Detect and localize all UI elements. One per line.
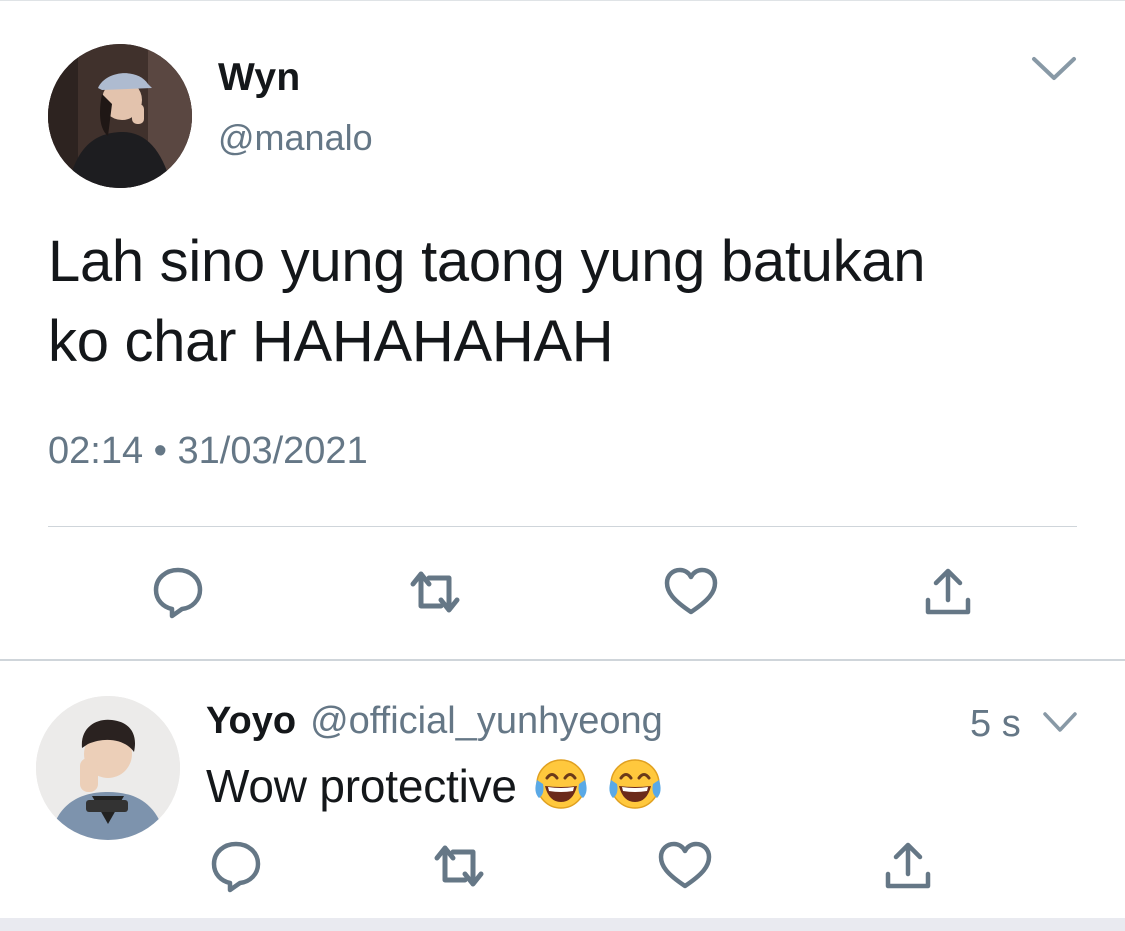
- reply-icon: [153, 567, 203, 619]
- tweet-text-content: Wow protective: [206, 760, 517, 812]
- tweet-text-line: ko char HAHAHAHAH: [48, 309, 614, 374]
- like-icon: [664, 567, 718, 615]
- avatar-photo-icon: [48, 44, 192, 188]
- avatar[interactable]: [36, 696, 180, 840]
- share-icon: [925, 568, 971, 615]
- retweet-button[interactable]: [405, 562, 465, 622]
- share-button[interactable]: [918, 562, 978, 622]
- like-icon: [658, 841, 712, 889]
- avatar[interactable]: [48, 44, 192, 188]
- retweet-button[interactable]: [429, 836, 489, 896]
- avatar-photo-icon: [36, 696, 180, 840]
- tweet-timestamp[interactable]: 5 s: [970, 703, 1021, 746]
- tweet-text: Lah sino yung taong yung batukan ko char…: [48, 222, 1078, 382]
- author-handle[interactable]: @official_yunhyeong: [310, 700, 663, 743]
- tweet-separator: [0, 659, 1125, 661]
- divider: [48, 526, 1077, 527]
- chevron-down-icon[interactable]: [1030, 54, 1078, 84]
- tweet-text-line: Lah sino yung taong yung batukan: [48, 229, 926, 294]
- tweet-timestamp[interactable]: 02:14 • 31/03/2021: [48, 430, 368, 473]
- bottom-separator: [0, 918, 1125, 931]
- main-tweet: Wyn @manalo Lah sino yung taong yung bat…: [0, 0, 1125, 660]
- share-icon: [885, 842, 931, 889]
- tweet-text: Wow protective: [206, 758, 665, 814]
- reply-icon: [211, 841, 261, 893]
- chevron-down-icon[interactable]: [1042, 710, 1078, 736]
- like-button[interactable]: [655, 836, 715, 896]
- face-with-tears-of-joy-icon: [605, 758, 665, 814]
- author-handle[interactable]: @manalo: [218, 117, 373, 159]
- retweet-icon: [410, 571, 460, 613]
- like-button[interactable]: [661, 562, 721, 622]
- author-name[interactable]: Yoyo: [206, 700, 296, 743]
- face-with-tears-of-joy-icon: [531, 758, 591, 814]
- reply-button[interactable]: [148, 562, 208, 622]
- author-name[interactable]: Wyn: [218, 56, 301, 100]
- retweet-icon: [434, 845, 484, 887]
- reply-header: Yoyo @official_yunhyeong: [206, 700, 663, 746]
- reply-button[interactable]: [206, 836, 266, 896]
- share-button[interactable]: [878, 836, 938, 896]
